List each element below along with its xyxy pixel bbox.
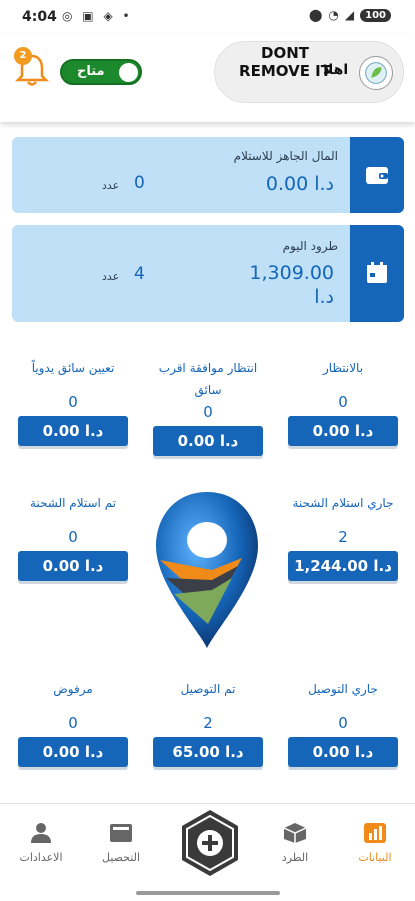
notification-badge: 2 xyxy=(14,47,32,65)
battery-icon: 100 xyxy=(360,8,391,22)
stat-title: مرفوض xyxy=(53,682,93,696)
box-icon xyxy=(283,823,307,843)
stat-count: 0 xyxy=(338,393,348,411)
wallet-icon xyxy=(110,824,132,842)
card-today-parcels[interactable]: طرود اليوم 1,309.00 د.ا 4 عدد xyxy=(12,225,404,322)
card-icon-panel xyxy=(350,137,404,213)
stat-title: جاري التوصيل xyxy=(308,682,378,696)
stat-rejected[interactable]: مرفوض 0 0.00 د.ا xyxy=(18,678,128,767)
bar-chart-icon xyxy=(364,823,386,843)
stat-amount: 0.00 د.ا xyxy=(288,737,398,767)
status-notification-icons: ◎ ▣ ◈ • xyxy=(62,9,133,23)
stat-title: تعيين سائق يدوياً xyxy=(31,361,115,375)
stat-amount: 65.00 د.ا xyxy=(153,737,263,767)
card-amount: 0.00 د.ا xyxy=(265,173,334,195)
stat-delivering[interactable]: جاري التوصيل 0 0.00 د.ا xyxy=(288,678,398,767)
status-time: 4:04 xyxy=(22,9,57,25)
card-count: 4 xyxy=(134,264,145,284)
stat-assign-driver[interactable]: تعيين سائق يدوياً 0 0.00 د.ا xyxy=(18,357,128,446)
toggle-knob xyxy=(119,63,138,82)
card-count-unit: عدد xyxy=(102,179,120,192)
stat-title: تم استلام الشحنة xyxy=(29,496,117,510)
stat-title: جاري استلام الشحنة xyxy=(292,496,394,510)
card-title: المال الجاهز للاستلام xyxy=(233,149,338,163)
nav-item-label: التحصيل xyxy=(101,851,141,864)
card-title: طرود اليوم xyxy=(282,239,338,253)
stat-count: 0 xyxy=(68,393,78,411)
user-name: DONT REMOVE IT xyxy=(239,44,331,80)
location-icon: ⬤ xyxy=(308,8,323,22)
user-settings-icon xyxy=(31,823,51,843)
home-indicator[interactable] xyxy=(136,891,280,895)
calendar-icon xyxy=(367,262,387,283)
stat-count: 2 xyxy=(203,714,213,732)
wifi-icon: ◔ xyxy=(328,8,339,22)
stat-amount: 1,244.00 د.ا xyxy=(288,551,398,581)
card-count: 0 xyxy=(134,173,145,193)
stat-count: 0 xyxy=(68,528,78,546)
card-icon-panel xyxy=(350,225,404,322)
availability-toggle-label: متاح xyxy=(77,64,105,79)
app-logo-pin-icon xyxy=(156,492,258,648)
nav-item-settings[interactable]: الاعدادات xyxy=(6,822,76,864)
avatar xyxy=(359,56,393,90)
nav-item-data[interactable]: البيانات xyxy=(340,822,410,864)
nav-item-label: البيانات xyxy=(358,851,392,864)
status-bar: 4:04 ◎ ▣ ◈ • ⬤ ◔ ◢ 100 xyxy=(0,0,415,34)
stat-count: 0 xyxy=(203,403,213,421)
stat-amount: 0.00 د.ا xyxy=(18,416,128,446)
card-count-unit: عدد xyxy=(102,270,120,283)
stat-picked-up[interactable]: تم استلام الشحنة 0 0.00 د.ا xyxy=(18,492,128,581)
stat-awaiting-driver[interactable]: انتظار موافقة اقرب سائق 0 0.00 د.ا xyxy=(153,357,263,456)
greeting-text: اهلا xyxy=(323,62,349,78)
card-amount: 1,309.00 د.ا xyxy=(249,262,334,308)
app-header: 2 متاح DONT REMOVE IT اهلا xyxy=(0,34,415,122)
stat-pickup-in-progress[interactable]: جاري استلام الشحنة 2 1,244.00 د.ا xyxy=(288,492,398,581)
stat-count: 0 xyxy=(338,714,348,732)
stat-count: 2 xyxy=(338,528,348,546)
nav-item-label: الاعدادات xyxy=(19,851,63,864)
add-button[interactable] xyxy=(178,808,242,878)
stat-amount: 0.00 د.ا xyxy=(288,416,398,446)
nav-item-collection[interactable]: التحصيل xyxy=(86,822,156,864)
availability-toggle[interactable]: متاح xyxy=(60,59,142,85)
stat-count: 0 xyxy=(68,714,78,732)
wallet-icon xyxy=(366,167,388,184)
stat-amount: 0.00 د.ا xyxy=(18,737,128,767)
stat-title: انتظار موافقة اقرب سائق xyxy=(158,361,258,397)
stat-amount: 0.00 د.ا xyxy=(153,426,263,456)
stat-title: تم التوصيل xyxy=(180,682,236,696)
stat-title: بالانتظار xyxy=(322,361,364,375)
stat-waiting[interactable]: بالانتظار 0 0.00 د.ا xyxy=(288,357,398,446)
status-system-icons: ⬤ ◔ ◢ 100 xyxy=(309,8,391,22)
nav-item-label: الطرد xyxy=(281,851,309,864)
stat-amount: 0.00 د.ا xyxy=(18,551,128,581)
signal-icon: ◢ xyxy=(344,8,355,22)
stat-delivered[interactable]: تم التوصيل 2 65.00 د.ا xyxy=(153,678,263,767)
card-money-ready[interactable]: المال الجاهز للاستلام 0.00 د.ا 0 عدد xyxy=(12,137,404,213)
nav-item-parcels[interactable]: الطرد xyxy=(260,822,330,864)
user-profile-chip[interactable]: DONT REMOVE IT اهلا xyxy=(214,41,404,103)
